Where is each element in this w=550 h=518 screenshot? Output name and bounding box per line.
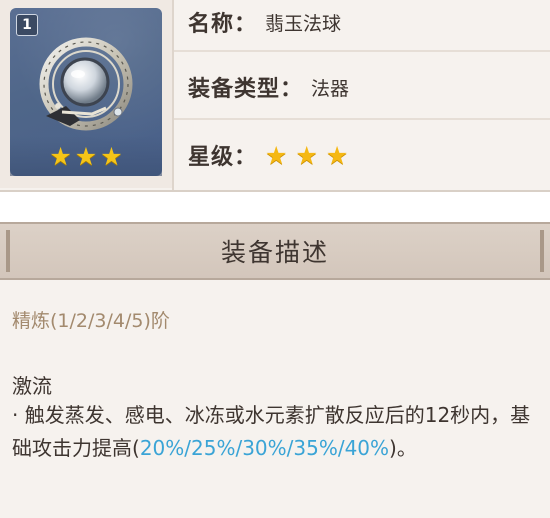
star-icon: ★: [325, 140, 349, 170]
effect-values-highlight: 20%/25%/30%/35%/40%: [139, 436, 390, 460]
thumbnail-rarity-stars: ★ ★ ★: [10, 136, 162, 176]
effect-text-suffix: )。: [389, 436, 417, 460]
type-value: 法器: [311, 77, 350, 100]
name-row: 名称： 翡玉法球: [174, 0, 550, 44]
refinement-level: 精炼(1/2/3/4/5)阶: [12, 310, 170, 332]
star-icon: ★: [100, 141, 123, 171]
row-divider: [174, 50, 550, 52]
description-header: 装备描述: [0, 222, 550, 280]
type-row: 装备类型： 法器: [174, 56, 550, 118]
star-icon: ★: [295, 140, 318, 170]
star-icon: ★: [265, 140, 288, 170]
star-icon: ★: [74, 141, 98, 171]
header-corner-ornament: [6, 230, 10, 272]
type-label: 装备类型：: [188, 77, 304, 102]
description-body: 精炼(1/2/3/4/5)阶 激流 · 触发蒸发、感电、冰冻或水元素扩散反应后的…: [0, 280, 550, 518]
rarity-row: 星级： ★ ★ ★: [174, 124, 550, 186]
jade-orb-catalyst-icon: [39, 37, 133, 131]
item-info-card: 1 ★ ★ ★ 名称： 翡玉法球 装备类型： 法器 星级： ★ ★ ★: [0, 0, 550, 192]
effect-text: · 触发蒸发、感电、冰冻或水元素扩散反应后的12秒内，基础攻击力提高(20%/2…: [12, 399, 542, 465]
star-icon: ★: [49, 141, 72, 171]
name-label: 名称：: [188, 12, 258, 37]
effect-name: 激流: [12, 374, 52, 398]
row-divider: [174, 118, 550, 120]
rank-badge: 1: [16, 14, 38, 36]
rarity-label: 星级：: [188, 145, 258, 170]
header-corner-ornament: [540, 230, 544, 272]
description-title: 装备描述: [220, 238, 329, 267]
item-thumbnail-frame: 1 ★ ★ ★: [0, 0, 172, 188]
name-value: 翡玉法球: [265, 12, 342, 35]
